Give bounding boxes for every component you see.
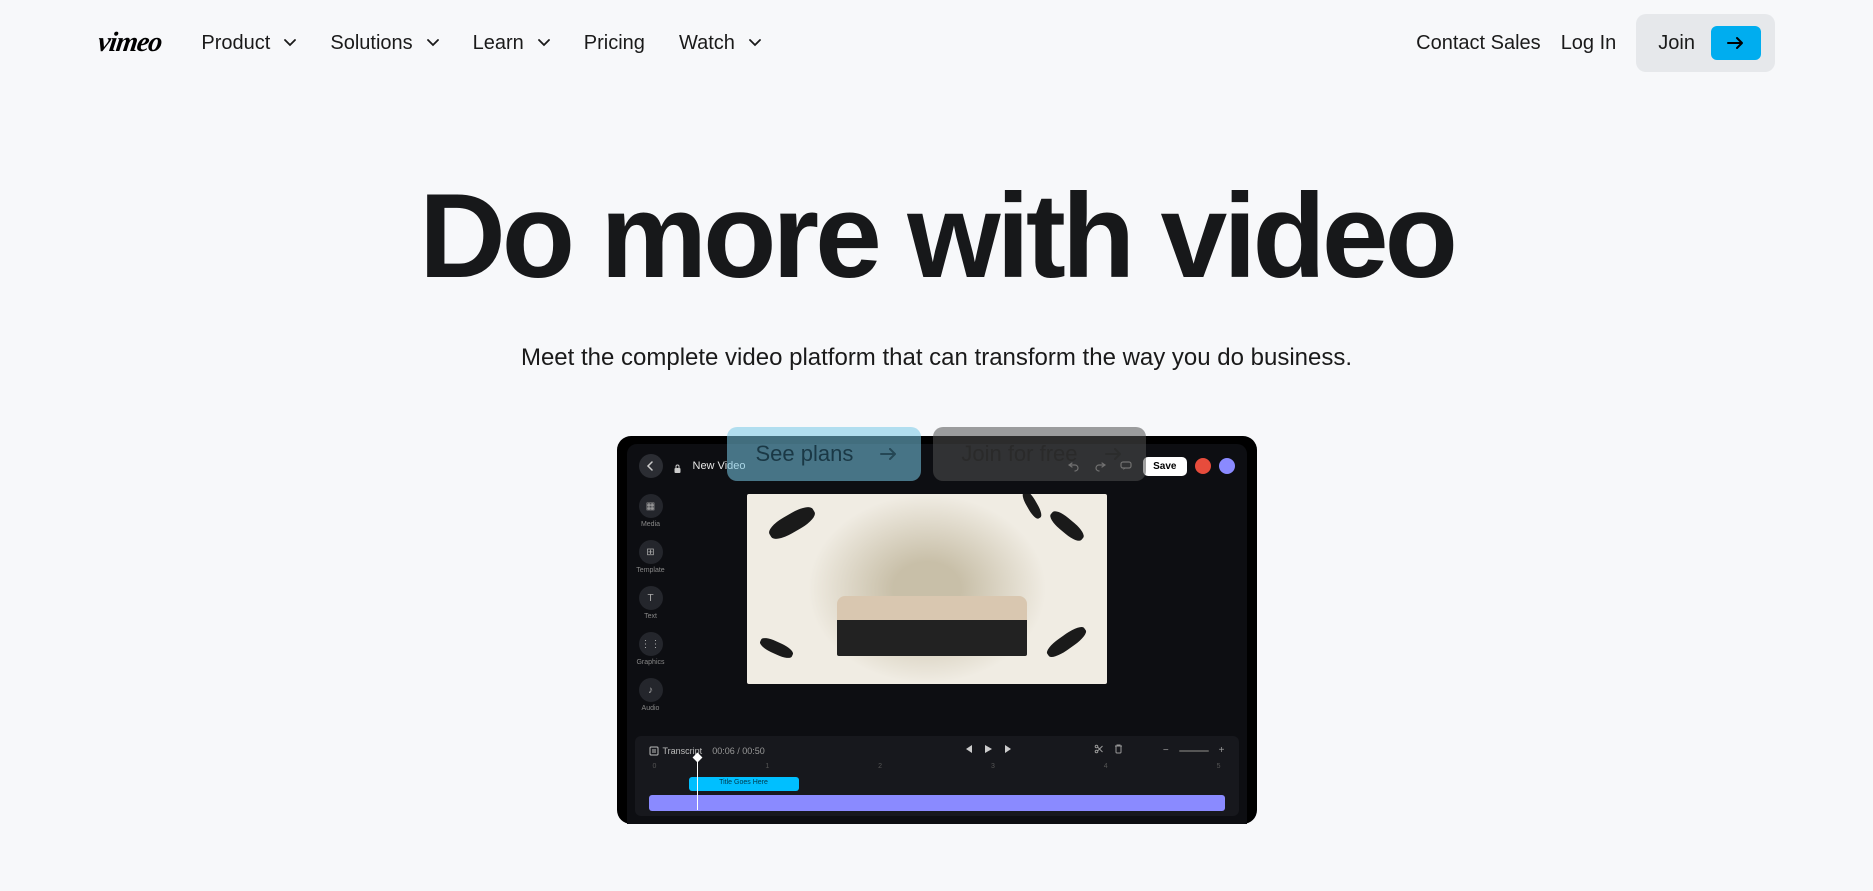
- graphics-icon: ⋮⋮: [639, 632, 663, 656]
- contact-sales-link[interactable]: Contact Sales: [1416, 32, 1541, 55]
- nav-solutions[interactable]: Solutions: [330, 32, 438, 55]
- rail-audio[interactable]: ♪ Audio: [635, 678, 667, 712]
- template-icon: ⊞: [639, 540, 663, 564]
- skip-forward-icon: [1003, 744, 1014, 754]
- paint-stroke-icon: [758, 635, 795, 661]
- timeline-controls: − +: [963, 744, 1225, 757]
- nav-right: Contact Sales Log In Join: [1416, 14, 1775, 72]
- nav-label: Solutions: [330, 32, 412, 55]
- hero: Do more with video Meet the complete vid…: [0, 86, 1873, 824]
- timeline-playhead[interactable]: [697, 758, 698, 810]
- login-link[interactable]: Log In: [1561, 32, 1617, 55]
- arrow-right-icon: [879, 444, 899, 464]
- ruler-tick: 0: [653, 763, 657, 773]
- rail-label: Audio: [642, 705, 660, 712]
- paint-stroke-icon: [1047, 508, 1087, 544]
- prev-button[interactable]: [963, 744, 974, 757]
- scissors-icon: [1094, 744, 1104, 754]
- editor-timeline: Transcript 00:06 / 00:50: [635, 736, 1239, 816]
- cta-label: See plans: [755, 441, 853, 467]
- paint-stroke-icon: [1044, 623, 1089, 660]
- trash-icon: [1114, 744, 1123, 754]
- cta-row: See plans Join for free: [0, 427, 1873, 481]
- chevron-down-icon: [427, 37, 439, 49]
- rail-label: Media: [641, 521, 660, 528]
- join-button[interactable]: Join: [1636, 14, 1775, 72]
- ruler-tick: 5: [1217, 763, 1221, 773]
- nav-label: Pricing: [584, 32, 645, 55]
- rail-media[interactable]: ▦ Media: [635, 494, 667, 528]
- split-button[interactable]: [1094, 744, 1104, 757]
- logo[interactable]: vimeo: [96, 27, 164, 59]
- nav-label: Product: [201, 32, 270, 55]
- zoom-in-button[interactable]: +: [1219, 745, 1225, 756]
- audio-icon: ♪: [639, 678, 663, 702]
- ruler-tick: 2: [878, 763, 882, 773]
- chevron-down-icon: [749, 37, 761, 49]
- chevron-down-icon: [538, 37, 550, 49]
- rail-template[interactable]: ⊞ Template: [635, 540, 667, 574]
- rail-label: Text: [644, 613, 657, 620]
- editor-frame: New Video Save: [617, 436, 1257, 824]
- editor-rail: ▦ Media ⊞ Template T Text ⋮⋮ Graphics: [635, 494, 667, 712]
- arrow-right-icon: [1711, 26, 1761, 60]
- nav-label: Learn: [473, 32, 524, 55]
- nav-label: Watch: [679, 32, 735, 55]
- zoom-slider[interactable]: [1179, 750, 1209, 752]
- editor-inner: New Video Save: [627, 444, 1247, 824]
- timeline-clip[interactable]: Title Goes Here: [689, 777, 799, 791]
- play-icon: [984, 744, 993, 754]
- cta-label: Join for free: [961, 441, 1077, 467]
- text-icon: T: [639, 586, 663, 610]
- editor-canvas: [747, 494, 1107, 684]
- play-button[interactable]: [984, 744, 993, 757]
- timeline-time: 00:06 / 00:50: [712, 746, 765, 756]
- editor-mockup: New Video Save: [0, 436, 1873, 824]
- ruler-tick: 3: [991, 763, 995, 773]
- nav-links: Product Solutions Learn Pricing Watch: [201, 32, 760, 55]
- nav-learn[interactable]: Learn: [473, 32, 550, 55]
- nav-product[interactable]: Product: [201, 32, 296, 55]
- delete-button[interactable]: [1114, 744, 1123, 757]
- nav-pricing[interactable]: Pricing: [584, 32, 645, 55]
- see-plans-button[interactable]: See plans: [727, 427, 921, 481]
- hero-subtitle: Meet the complete video platform that ca…: [0, 344, 1873, 372]
- skip-back-icon: [963, 744, 974, 754]
- next-button[interactable]: [1003, 744, 1014, 757]
- timeline-clip-row: Title Goes Here: [649, 777, 1225, 791]
- join-free-button[interactable]: Join for free: [933, 427, 1145, 481]
- top-nav: vimeo Product Solutions Learn Pricing Wa…: [0, 0, 1873, 86]
- timeline-track[interactable]: [649, 795, 1225, 811]
- zoom-out-button[interactable]: −: [1163, 745, 1169, 756]
- arrow-right-icon: [1104, 444, 1124, 464]
- hands-keyboard-image: [837, 596, 1027, 656]
- rail-graphics[interactable]: ⋮⋮ Graphics: [635, 632, 667, 666]
- timeline-top: Transcript 00:06 / 00:50: [649, 744, 1225, 757]
- timeline-ruler: 0 1 2 3 4 5: [649, 763, 1225, 773]
- rail-label: Graphics: [636, 659, 664, 666]
- rail-label: Template: [636, 567, 664, 574]
- transcript-icon: [649, 746, 659, 756]
- hero-title: Do more with video: [0, 176, 1873, 296]
- join-button-label: Join: [1658, 32, 1695, 55]
- ruler-tick: 1: [765, 763, 769, 773]
- rail-text[interactable]: T Text: [635, 586, 667, 620]
- nav-watch[interactable]: Watch: [679, 32, 761, 55]
- chevron-down-icon: [284, 37, 296, 49]
- media-icon: ▦: [639, 494, 663, 518]
- ruler-tick: 4: [1104, 763, 1108, 773]
